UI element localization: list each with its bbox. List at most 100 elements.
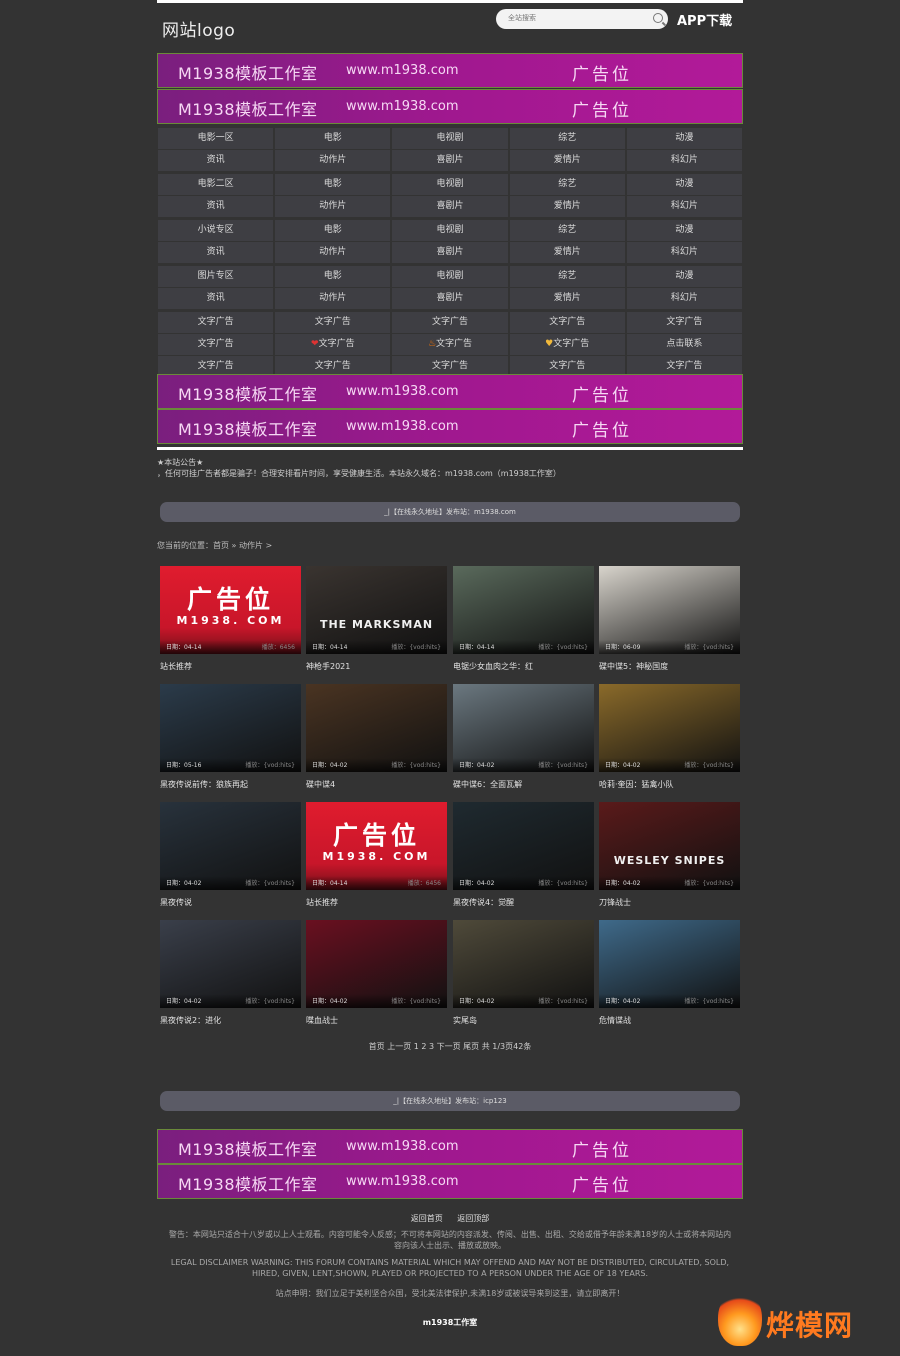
nav-item[interactable]: 文字广告 xyxy=(392,312,508,333)
video-title[interactable]: 刀锋战士 xyxy=(599,897,740,908)
nav-item[interactable]: 动作片 xyxy=(275,242,391,263)
video-title[interactable]: 站长推荐 xyxy=(306,897,447,908)
nav-item[interactable]: 电视剧 xyxy=(392,128,508,149)
search-icon[interactable] xyxy=(653,13,663,23)
nav-item[interactable]: 综艺 xyxy=(509,174,625,195)
video-card[interactable]: 广告位 M1938. COM 日期：04-14 播放：6456 xyxy=(306,802,447,890)
nav-item[interactable]: 科幻片 xyxy=(626,288,743,309)
breadcrumb-home[interactable]: 首页 xyxy=(213,541,229,550)
video-title[interactable]: 黑夜传说4：觉醒 xyxy=(453,897,594,908)
video-title[interactable]: 喋血战士 xyxy=(306,1015,447,1026)
video-title[interactable]: 神枪手2021 xyxy=(306,661,447,672)
nav-item[interactable]: 资讯 xyxy=(158,242,274,263)
nav-item[interactable]: ♨文字广告 xyxy=(392,334,508,355)
breadcrumb-current[interactable]: 动作片 xyxy=(239,541,263,550)
nav-item[interactable]: 电影 xyxy=(275,174,391,195)
video-title[interactable]: 实尾岛 xyxy=(453,1015,594,1026)
ad-banner[interactable]: M1938模板工作室 www.m1938.com 广告位 xyxy=(157,53,743,88)
nav-item[interactable]: 电影 xyxy=(275,128,391,149)
nav-item[interactable]: 资讯 xyxy=(158,196,274,217)
app-download-link[interactable]: APP下载 xyxy=(677,10,732,29)
permanent-address-bar[interactable]: _|【在线永久地址】发布站：icp123 xyxy=(160,1091,740,1111)
nav-item[interactable]: 小说专区 xyxy=(158,220,274,241)
nav-item[interactable]: 爱情片 xyxy=(509,150,625,171)
nav-item[interactable]: 喜剧片 xyxy=(392,288,508,309)
nav-item[interactable]: 综艺 xyxy=(509,220,625,241)
video-card[interactable]: 日期：04-02 播放：{vod:hits} xyxy=(599,920,740,1008)
video-title[interactable]: 电锯少女血肉之华：红 xyxy=(453,661,594,672)
nav-item[interactable]: 科幻片 xyxy=(626,196,743,217)
nav-item[interactable]: 文字广告 xyxy=(626,312,743,333)
video-card[interactable]: 日期：04-02 播放：{vod:hits} xyxy=(599,684,740,772)
nav-item[interactable]: 动作片 xyxy=(275,196,391,217)
video-card[interactable]: 日期：06-09 播放：{vod:hits} xyxy=(599,566,740,654)
pagination[interactable]: 首页 上一页 1 2 3 下一页 尾页 共 1/3页42条 xyxy=(0,1041,900,1052)
nav-item[interactable]: 电影二区 xyxy=(158,174,274,195)
video-card[interactable]: 日期：05-16 播放：{vod:hits} xyxy=(160,684,301,772)
video-card[interactable]: 日期：04-02 播放：{vod:hits} xyxy=(160,920,301,1008)
nav-item[interactable]: 综艺 xyxy=(509,266,625,287)
nav-item[interactable]: 电视剧 xyxy=(392,174,508,195)
nav-item[interactable]: 科幻片 xyxy=(626,242,743,263)
nav-item[interactable]: 动漫 xyxy=(626,128,743,149)
nav-item[interactable]: 电影 xyxy=(275,266,391,287)
nav-item[interactable]: 资讯 xyxy=(158,288,274,309)
nav-item[interactable]: 综艺 xyxy=(509,128,625,149)
nav-item[interactable]: 动漫 xyxy=(626,266,743,287)
video-title[interactable]: 碟中谍6：全面瓦解 xyxy=(453,779,594,790)
nav-item[interactable]: 爱情片 xyxy=(509,196,625,217)
nav-item[interactable]: 电视剧 xyxy=(392,220,508,241)
video-card[interactable]: 广告位 M1938. COM 日期：04-14 播放：6456 xyxy=(160,566,301,654)
nav-item[interactable]: 图片专区 xyxy=(158,266,274,287)
video-card[interactable]: 日期：04-02 播放：{vod:hits} xyxy=(453,802,594,890)
video-title[interactable]: 黑夜传说前传：狼族再起 xyxy=(160,779,301,790)
ad-banner[interactable]: M1938模板工作室 www.m1938.com 广告位 xyxy=(157,1129,743,1164)
nav-item[interactable]: 动漫 xyxy=(626,220,743,241)
ad-banner[interactable]: M1938模板工作室 www.m1938.com 广告位 xyxy=(157,89,743,124)
permanent-address-bar[interactable]: _|【在线永久地址】发布站：m1938.com xyxy=(160,502,740,522)
video-card[interactable]: WESLEY SNIPES 日期：04-02 播放：{vod:hits} xyxy=(599,802,740,890)
video-title[interactable]: 碟中谍5：神秘国度 xyxy=(599,661,740,672)
back-home-link[interactable]: 返回首页 xyxy=(411,1214,443,1223)
ad-banner[interactable]: M1938模板工作室 www.m1938.com 广告位 xyxy=(157,374,743,409)
nav-item[interactable]: 动漫 xyxy=(626,174,743,195)
nav-item[interactable]: ♥文字广告 xyxy=(509,334,625,355)
video-card[interactable]: 日期：04-02 播放：{vod:hits} xyxy=(306,920,447,1008)
nav-item[interactable]: 爱情片 xyxy=(509,242,625,263)
video-title[interactable]: 站长推荐 xyxy=(160,661,301,672)
nav-item[interactable]: 动作片 xyxy=(275,150,391,171)
video-card[interactable]: THE MARKSMAN 日期：04-14 播放：{vod:hits} xyxy=(306,566,447,654)
search-box[interactable] xyxy=(496,9,668,29)
nav-item[interactable]: 动作片 xyxy=(275,288,391,309)
video-title[interactable]: 黑夜传说 xyxy=(160,897,301,908)
video-card[interactable]: 日期：04-02 播放：{vod:hits} xyxy=(453,920,594,1008)
nav-item[interactable]: 科幻片 xyxy=(626,150,743,171)
nav-item[interactable]: 资讯 xyxy=(158,150,274,171)
video-card[interactable]: 日期：04-02 播放：{vod:hits} xyxy=(160,802,301,890)
nav-item[interactable]: 点击联系 xyxy=(626,334,743,355)
nav-item[interactable]: ❤文字广告 xyxy=(275,334,391,355)
nav-item[interactable]: 电影 xyxy=(275,220,391,241)
site-logo[interactable]: 网站logo xyxy=(162,16,235,41)
video-title[interactable]: 危情谍战 xyxy=(599,1015,740,1026)
nav-item[interactable]: 文字广告 xyxy=(275,312,391,333)
ad-banner[interactable]: M1938模板工作室 www.m1938.com 广告位 xyxy=(157,1164,743,1199)
video-card[interactable]: 日期：04-02 播放：{vod:hits} xyxy=(306,684,447,772)
search-input[interactable] xyxy=(506,13,650,23)
nav-item[interactable]: 文字广告 xyxy=(158,334,274,355)
nav-item[interactable]: 喜剧片 xyxy=(392,242,508,263)
video-title[interactable]: 哈莉·奎因：猛禽小队 xyxy=(599,779,740,790)
nav-item[interactable]: 喜剧片 xyxy=(392,196,508,217)
video-title[interactable]: 碟中谍4 xyxy=(306,779,447,790)
nav-item[interactable]: 文字广告 xyxy=(158,312,274,333)
nav-item[interactable]: 文字广告 xyxy=(509,312,625,333)
video-card[interactable]: 日期：04-14 播放：{vod:hits} xyxy=(453,566,594,654)
video-card[interactable]: 日期：04-02 播放：{vod:hits} xyxy=(453,684,594,772)
back-top-link[interactable]: 返回顶部 xyxy=(457,1214,489,1223)
nav-item[interactable]: 电影一区 xyxy=(158,128,274,149)
nav-item[interactable]: 电视剧 xyxy=(392,266,508,287)
nav-item[interactable]: 喜剧片 xyxy=(392,150,508,171)
nav-item[interactable]: 爱情片 xyxy=(509,288,625,309)
video-title[interactable]: 黑夜传说2：进化 xyxy=(160,1015,301,1026)
ad-banner[interactable]: M1938模板工作室 www.m1938.com 广告位 xyxy=(157,409,743,444)
